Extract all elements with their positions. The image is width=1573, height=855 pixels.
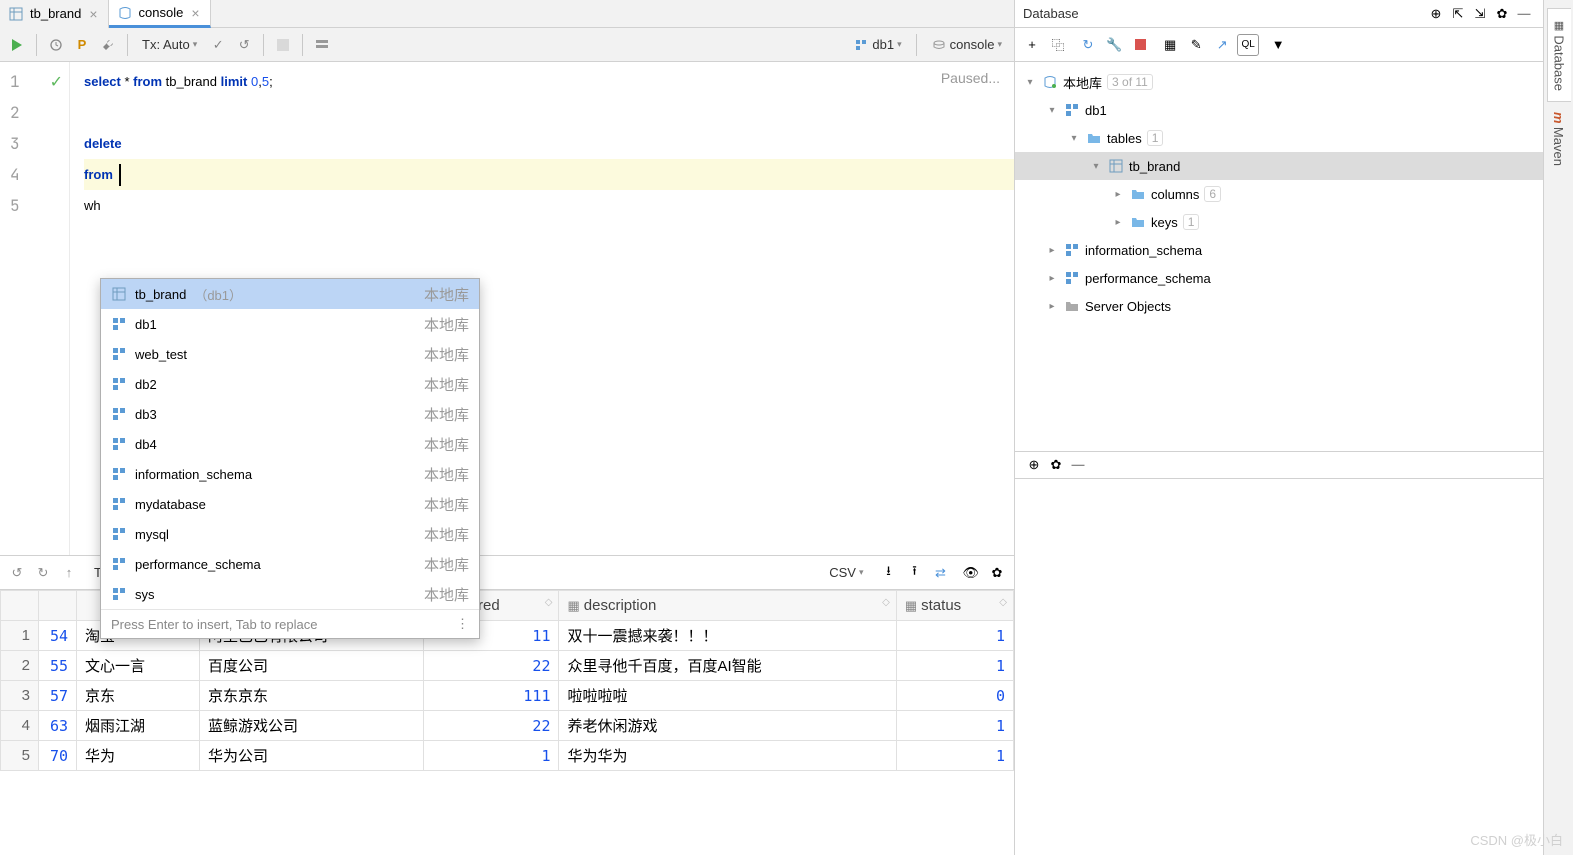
refresh-icon[interactable]: ↻ — [1077, 34, 1099, 56]
column-header[interactable]: ▦description◇ — [559, 591, 896, 621]
gutter: 1✓2345 — [0, 62, 70, 555]
database-title: Database — [1023, 6, 1079, 21]
table-row[interactable]: 255文心一言百度公司22众里寻他千百度，百度AI智能1 — [1, 651, 1014, 681]
tree-node[interactable]: ▾tb_brand — [1015, 152, 1543, 180]
target-icon[interactable]: ⊕ — [1023, 454, 1045, 476]
column-header[interactable]: ▦status◇ — [896, 591, 1013, 621]
table-row[interactable]: 570华为华为公司1华为华为1 — [1, 741, 1014, 771]
schema-dropdown[interactable]: db1 ▾ — [847, 34, 907, 56]
autocomplete-item[interactable]: mydatabase本地库 — [101, 489, 479, 519]
table-icon[interactable]: ▦ — [1159, 34, 1181, 56]
jump-icon[interactable]: ↗ — [1211, 34, 1233, 56]
autocomplete-item[interactable]: information_schema本地库 — [101, 459, 479, 489]
autocomplete-item[interactable]: tb_brand（db1）本地库 — [101, 279, 479, 309]
editor-status: Paused... — [941, 70, 1000, 86]
filter-icon[interactable]: ▼ — [1267, 34, 1289, 56]
tree-node[interactable]: ▸information_schema — [1015, 236, 1543, 264]
tab-console[interactable]: console × — [109, 0, 211, 28]
tree-node[interactable]: ▸columns6 — [1015, 180, 1543, 208]
target-icon[interactable]: ⊕ — [1425, 3, 1447, 25]
tree-node[interactable]: ▸Server Objects — [1015, 292, 1543, 320]
table-row[interactable]: 463烟雨江湖蓝鲸游戏公司22养老休闲游戏1 — [1, 711, 1014, 741]
edit-icon[interactable]: ✎ — [1185, 34, 1207, 56]
close-icon[interactable]: × — [87, 6, 99, 22]
tree-node[interactable]: ▸keys1 — [1015, 208, 1543, 236]
rollback-icon[interactable]: ↺ — [6, 562, 28, 584]
tree-node[interactable]: ▾tables1 — [1015, 124, 1543, 152]
stop-button[interactable] — [272, 34, 294, 56]
collapse-icon[interactable]: ⇲ — [1469, 3, 1491, 25]
expand-icon[interactable]: ⇱ — [1447, 3, 1469, 25]
autocomplete-item[interactable]: performance_schema本地库 — [101, 549, 479, 579]
gear-icon[interactable]: ✿ — [1491, 3, 1513, 25]
autocomplete-item[interactable]: db1本地库 — [101, 309, 479, 339]
editor-toolbar: P Tx: Auto ▾ ✓ ↺ db1 ▾ console ▾ — [0, 28, 1014, 62]
rollback-button[interactable]: ↺ — [233, 34, 255, 56]
tab-label: tb_brand — [30, 6, 81, 21]
database-panel-header: Database ⊕ ⇱ ⇲ ✿ — — [1015, 0, 1543, 28]
settings-icon[interactable]: ✿ — [986, 562, 1008, 584]
run-button[interactable] — [6, 34, 28, 56]
upload-icon[interactable]: ⭱ — [903, 562, 925, 584]
history-button[interactable] — [45, 34, 67, 56]
duplicate-icon[interactable]: ⿻ — [1047, 34, 1069, 56]
strip-maven[interactable]: m Maven — [1547, 102, 1570, 176]
right-tool-strip: ▦ Database m Maven — [1543, 0, 1573, 855]
tab-label: console — [139, 5, 184, 20]
table-icon — [8, 6, 24, 22]
export-dropdown[interactable]: CSV ▾ — [823, 562, 869, 584]
autocomplete-item[interactable]: db2本地库 — [101, 369, 479, 399]
editor-tabs: tb_brand × console × — [0, 0, 1014, 28]
table-row[interactable]: 357京东京东京东111啦啦啦啦0 — [1, 681, 1014, 711]
database-toolbar: + ⿻ ↻ 🔧 ▦ ✎ ↗ QL ▼ — [1015, 28, 1543, 62]
add-icon[interactable]: + — [1021, 34, 1043, 56]
up-icon[interactable]: ↑ — [58, 562, 80, 584]
session-dropdown[interactable]: console ▾ — [925, 34, 1008, 56]
commit-button[interactable]: ✓ — [207, 34, 229, 56]
autocomplete-item[interactable]: web_test本地库 — [101, 339, 479, 369]
sql-icon — [117, 5, 133, 21]
watermark: CSDN @极小白 — [1470, 830, 1563, 849]
console-icon[interactable]: QL — [1237, 34, 1259, 56]
stop-icon[interactable] — [1129, 34, 1151, 56]
autocomplete-item[interactable]: mysql本地库 — [101, 519, 479, 549]
minimize-icon[interactable]: — — [1513, 3, 1535, 25]
tx-mode-dropdown[interactable]: Tx: Auto ▾ — [136, 34, 203, 56]
strip-database[interactable]: ▦ Database — [1547, 8, 1571, 102]
redo-icon[interactable]: ↻ — [32, 562, 54, 584]
explain-button[interactable] — [311, 34, 333, 56]
autocomplete-item[interactable]: sys本地库 — [101, 579, 479, 609]
tree-node[interactable]: ▸performance_schema — [1015, 264, 1543, 292]
database-tree[interactable]: ▾本地库3 of 11▾db1▾tables1▾tb_brand▸columns… — [1015, 62, 1543, 451]
tree-node[interactable]: ▾db1 — [1015, 96, 1543, 124]
download-icon[interactable]: ⭳ — [877, 562, 899, 584]
close-icon[interactable]: × — [189, 5, 201, 21]
minimize-icon[interactable]: — — [1067, 454, 1089, 476]
tab-tb-brand[interactable]: tb_brand × — [0, 0, 109, 28]
gear-icon[interactable]: ✿ — [1045, 454, 1067, 476]
wrench-icon[interactable]: 🔧 — [1103, 34, 1125, 56]
sql-editor[interactable]: 1✓2345 Paused... select * from tb_brand … — [0, 62, 1014, 555]
autocomplete-item[interactable]: db3本地库 — [101, 399, 479, 429]
compare-icon[interactable]: ⇄ — [929, 562, 951, 584]
secondary-panel-header: ⊕ ✿ — — [1015, 451, 1543, 479]
wrench-icon[interactable] — [97, 34, 119, 56]
tree-node[interactable]: ▾本地库3 of 11 — [1015, 68, 1543, 96]
autocomplete-popup: tb_brand（db1）本地库db1本地库web_test本地库db2本地库d… — [100, 278, 480, 639]
autocomplete-item[interactable]: db4本地库 — [101, 429, 479, 459]
view-icon[interactable]: 👁 — [959, 562, 982, 584]
playground-button[interactable]: P — [71, 34, 93, 56]
